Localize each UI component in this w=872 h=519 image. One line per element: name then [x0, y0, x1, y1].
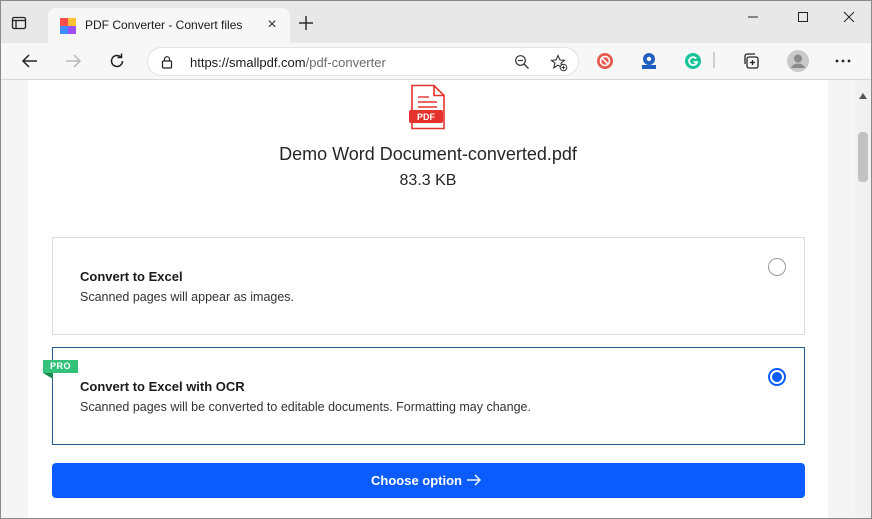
option-title: Convert to Excel — [80, 269, 183, 284]
option-description: Scanned pages will be converted to edita… — [80, 400, 531, 414]
option-convert-to-excel-ocr[interactable]: PRO Convert to Excel with OCR Scanned pa… — [43, 347, 805, 445]
extension-red-icon[interactable] — [596, 52, 614, 70]
zoom-out-icon[interactable] — [514, 54, 530, 70]
collections-icon[interactable] — [742, 52, 760, 70]
converter-card: PDF Demo Word Document-converted.pdf 83.… — [28, 80, 828, 518]
toolbar-divider — [713, 52, 715, 68]
pdf-file-icon-label: PDF — [417, 112, 436, 122]
add-favorite-icon[interactable] — [550, 54, 568, 72]
tab-title: PDF Converter - Convert files to a — [85, 18, 245, 32]
option-radio[interactable] — [768, 258, 786, 276]
scrollbar-thumb[interactable] — [858, 132, 868, 182]
tab-actions-icon[interactable] — [11, 15, 27, 31]
option-radio-selected[interactable] — [768, 368, 786, 386]
vertical-scrollbar[interactable] — [855, 80, 871, 518]
option-description: Scanned pages will appear as images. — [80, 290, 295, 304]
lock-icon[interactable] — [160, 55, 174, 69]
option-convert-to-excel[interactable]: Convert to Excel Scanned pages will appe… — [52, 237, 805, 335]
maximize-icon[interactable] — [793, 9, 813, 25]
url-path: /pdf-converter — [305, 55, 386, 70]
grammarly-icon[interactable] — [684, 52, 702, 70]
back-arrow-icon[interactable] — [20, 51, 40, 71]
refresh-icon[interactable] — [107, 51, 127, 71]
choose-option-label: Choose option — [371, 473, 462, 488]
tab-close-icon[interactable]: × — [264, 17, 280, 33]
pro-badge-fold — [43, 373, 53, 379]
file-name: Demo Word Document-converted.pdf — [279, 144, 577, 164]
option-title: Convert to Excel with OCR — [80, 379, 245, 394]
minimize-icon[interactable] — [743, 9, 763, 25]
tab-strip: PDF Converter - Convert files to a × — [1, 1, 871, 43]
close-icon[interactable] — [839, 9, 859, 25]
smallpdf-favicon — [60, 18, 76, 34]
tab-pdf-converter[interactable]: PDF Converter - Convert files to a × — [48, 8, 290, 43]
extension-blue-icon[interactable] — [640, 52, 658, 70]
file-size: 83.3 KB — [399, 172, 457, 189]
pro-badge: PRO — [43, 360, 79, 373]
profile-avatar-icon[interactable] — [786, 49, 810, 73]
arrow-right-icon — [466, 473, 482, 487]
page-viewport: PDF Demo Word Document-converted.pdf 83.… — [1, 80, 855, 518]
plus-icon[interactable] — [298, 15, 314, 31]
settings-more-icon[interactable] — [834, 52, 852, 70]
pdf-file-icon: PDF — [409, 84, 447, 130]
scroll-up-icon[interactable] — [859, 86, 867, 99]
browser-window: PDF Converter - Convert files to a × — [0, 0, 872, 519]
choose-option-button[interactable]: Choose option — [52, 463, 805, 498]
browser-toolbar: https://smallpdf.com/pdf-converter — [1, 43, 871, 80]
url-host: https://smallpdf.com — [190, 55, 306, 70]
forward-arrow-icon[interactable] — [63, 51, 83, 71]
url-text[interactable]: https://smallpdf.com/pdf-converter — [190, 55, 386, 70]
address-bar[interactable]: https://smallpdf.com/pdf-converter — [147, 47, 579, 76]
